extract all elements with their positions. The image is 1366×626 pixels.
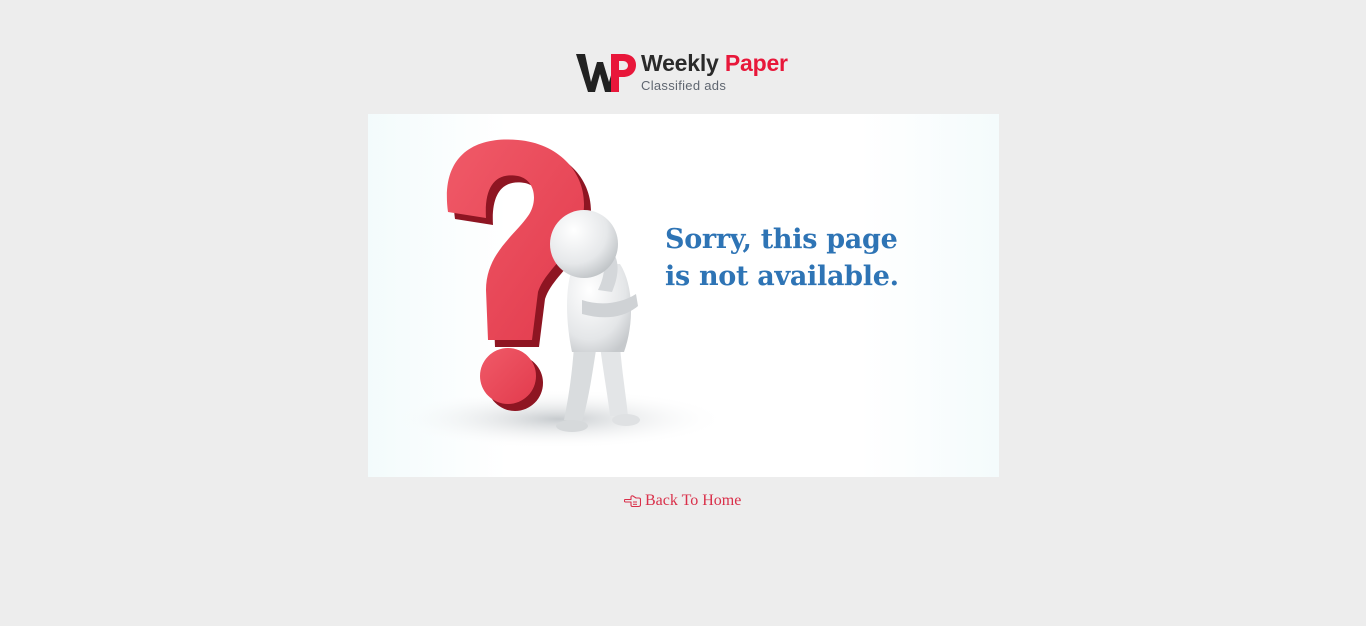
logo-brand-first: Weekly bbox=[641, 50, 719, 76]
error-panel: Sorry, this page is not available. bbox=[368, 114, 999, 477]
question-mark-figure-illustration bbox=[388, 139, 728, 449]
wp-logo-icon bbox=[576, 54, 636, 92]
logo-tagline: Classified ads bbox=[641, 78, 727, 93]
back-to-home-link[interactable]: Back To Home bbox=[624, 491, 741, 511]
question-mark-dot bbox=[480, 348, 536, 404]
logo-brand-name: Weekly Paper bbox=[641, 50, 788, 77]
floor-shadow bbox=[388, 389, 728, 449]
pointing-hand-left-icon bbox=[624, 495, 641, 508]
error-message-line1: Sorry, this page bbox=[665, 224, 898, 255]
back-to-home-label: Back To Home bbox=[645, 492, 742, 509]
site-logo[interactable]: Weekly Paper Classified ads bbox=[576, 50, 796, 96]
logo-brand-second: Paper bbox=[724, 50, 788, 76]
error-message-line2: is not available. bbox=[665, 261, 899, 292]
error-message: Sorry, this page is not available. bbox=[665, 221, 899, 295]
